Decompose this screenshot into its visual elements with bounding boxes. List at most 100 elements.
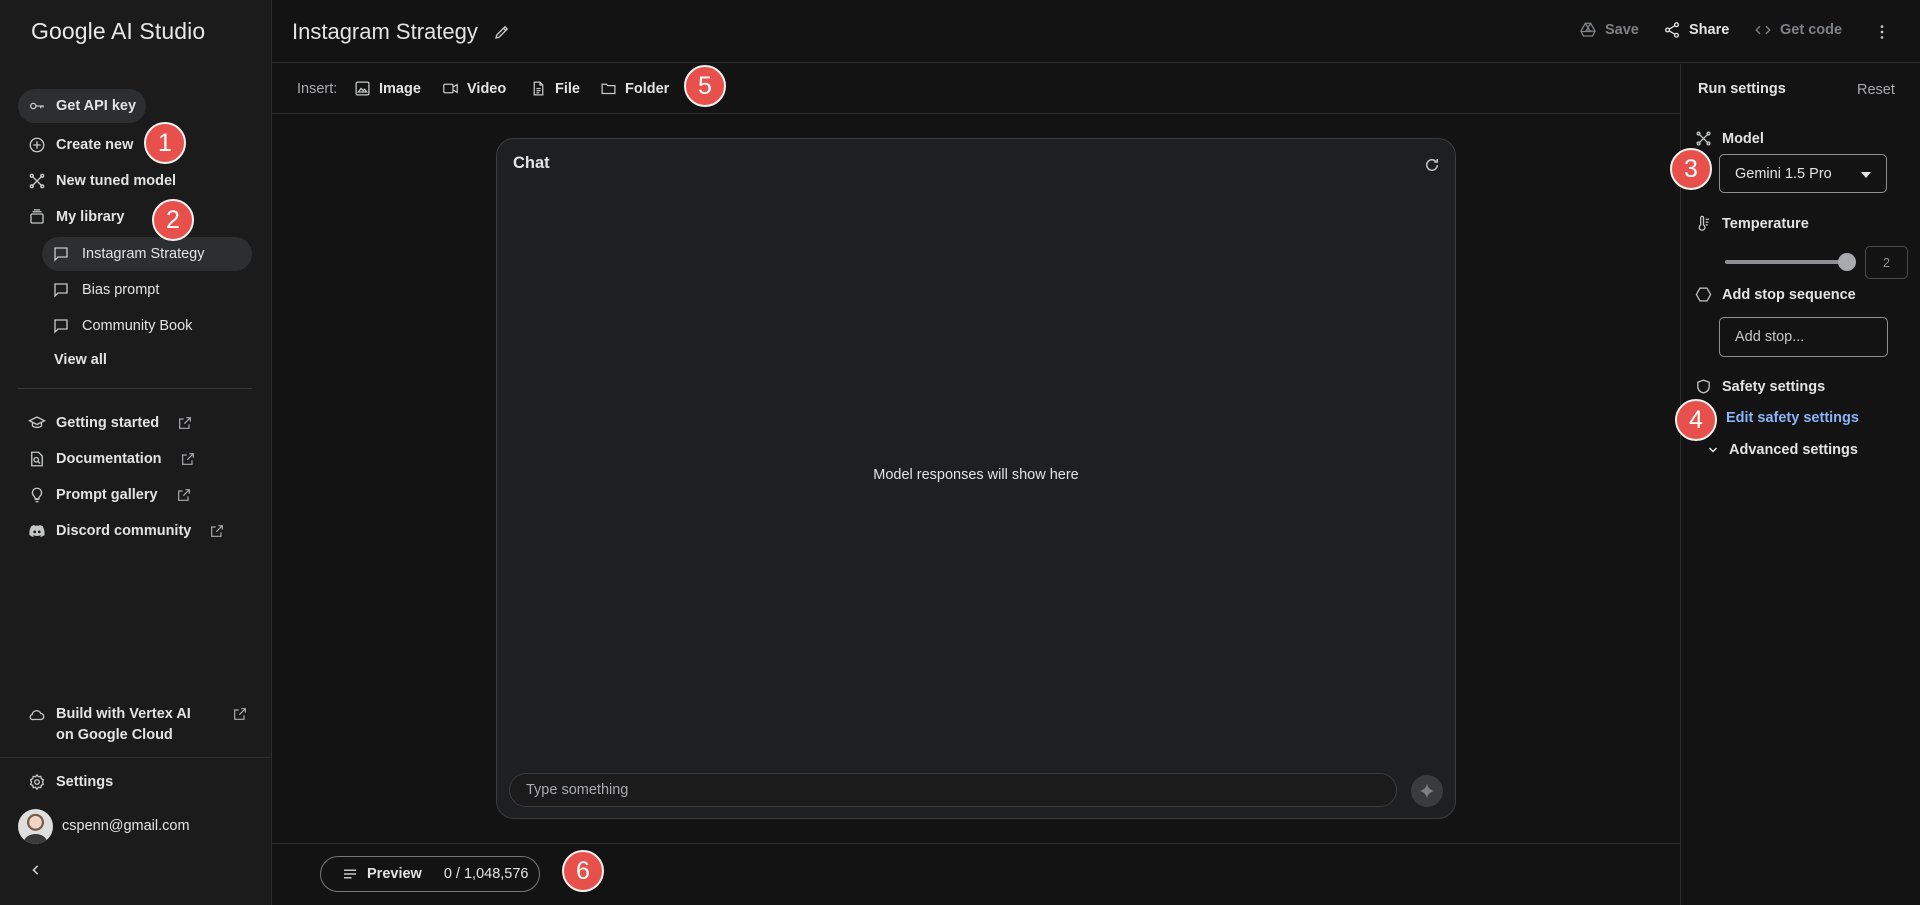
model-heading: Model [1695, 130, 1764, 147]
insert-image-button[interactable]: Image [354, 80, 421, 97]
temperature-input[interactable] [1865, 246, 1908, 279]
chat-bubble-icon [52, 281, 70, 299]
more-vert-icon [1880, 25, 1884, 39]
create-new-label: Create new [56, 137, 134, 153]
callout-marker: 1 [144, 122, 186, 164]
discord-community-link[interactable]: Discord community [18, 514, 235, 548]
open-external-icon [232, 706, 248, 722]
image-icon [354, 80, 371, 97]
sidebar-divider [18, 388, 252, 389]
insert-image-label: Image [379, 80, 421, 97]
library-item-bias-prompt[interactable]: Bias prompt [42, 273, 252, 307]
callout-marker: 4 [1675, 399, 1717, 441]
sidebar: Google AI Studio Get API key Create new … [0, 0, 272, 905]
getting-started-label: Getting started [56, 415, 160, 431]
callout-marker: 5 [684, 65, 726, 107]
open-external-icon [180, 451, 196, 467]
insert-file-label: File [555, 80, 580, 97]
key-icon [28, 97, 46, 115]
callout-marker: 3 [1670, 148, 1712, 190]
settings-label: Settings [56, 774, 114, 790]
callout-marker: 2 [152, 199, 194, 241]
get-api-key-label: Get API key [56, 98, 137, 114]
model-select[interactable]: Gemini 1.5 Pro [1719, 154, 1887, 193]
library-item-label: Instagram Strategy [82, 246, 205, 262]
library-item-label: Bias prompt [82, 282, 160, 298]
get-api-key-button[interactable]: Get API key [18, 89, 147, 123]
refresh-icon [1426, 159, 1438, 171]
school-icon [28, 414, 46, 432]
share-label: Share [1689, 22, 1730, 38]
bottom-bar: Preview 0 / 1,048,576 [272, 843, 1680, 905]
collapse-sidebar-button[interactable] [26, 860, 46, 880]
insert-folder-label: Folder [625, 80, 670, 97]
list-lines-icon [341, 865, 359, 883]
prompt-gallery-link[interactable]: Prompt gallery [18, 478, 202, 512]
chat-bubble-icon [52, 317, 70, 335]
page-title: Instagram Strategy [292, 19, 478, 44]
file-icon [530, 80, 547, 97]
discord-community-label: Discord community [56, 523, 192, 539]
stop-sequence-input[interactable] [1719, 317, 1888, 357]
get-code-button[interactable]: Get code [1754, 21, 1842, 39]
code-icon [1754, 21, 1772, 39]
chat-title: Chat [513, 154, 550, 172]
chevron-down-icon [1707, 444, 1719, 456]
advanced-settings-label: Advanced settings [1729, 442, 1858, 458]
documentation-label: Documentation [56, 451, 162, 467]
my-library-button[interactable]: My library [18, 200, 135, 234]
empty-chat-message: Model responses will show here [873, 467, 1079, 483]
model-select-value: Gemini 1.5 Pro [1735, 165, 1832, 182]
library-item-instagram-strategy[interactable]: Instagram Strategy [42, 237, 252, 271]
vertex-ai-label: Build with Vertex AI on Google Cloud [56, 706, 191, 743]
refresh-chat-button[interactable] [1423, 156, 1441, 174]
settings-button[interactable]: Settings [18, 765, 123, 799]
insert-toolbar: Insert: Image Video File Folder [272, 64, 1680, 114]
preview-label: Preview [367, 866, 422, 882]
insert-file-button[interactable]: File [530, 80, 580, 97]
open-external-icon [209, 523, 225, 539]
gear-icon [28, 773, 46, 791]
lightbulb-icon [28, 486, 46, 504]
tuned-model-icon [1695, 130, 1712, 147]
callout-marker: 6 [562, 850, 604, 892]
run-settings-panel: Run settings Reset Model Gemini 1.5 Pro … [1680, 64, 1920, 905]
document-search-icon [28, 450, 46, 468]
chat-bubble-icon [52, 245, 70, 263]
insert-folder-button[interactable]: Folder [600, 80, 669, 97]
share-button[interactable]: Share [1663, 21, 1729, 39]
discord-icon [28, 522, 46, 540]
library-item-community-book[interactable]: Community Book [42, 309, 252, 343]
my-library-label: My library [56, 209, 125, 225]
view-all-link[interactable]: View all [54, 352, 107, 368]
temperature-slider[interactable] [1725, 253, 1856, 271]
create-new-button[interactable]: Create new [18, 128, 143, 162]
prompt-gallery-label: Prompt gallery [56, 487, 158, 503]
drive-icon [1579, 21, 1597, 39]
hexagon-icon [1695, 286, 1712, 303]
temperature-slider-thumb[interactable] [1838, 253, 1856, 271]
insert-video-button[interactable]: Video [442, 80, 506, 97]
edit-title-button[interactable] [493, 23, 511, 41]
preview-button[interactable]: Preview 0 / 1,048,576 [320, 856, 540, 892]
edit-safety-settings-link[interactable]: Edit safety settings [1726, 410, 1859, 426]
getting-started-link[interactable]: Getting started [18, 406, 203, 440]
avatar[interactable] [18, 809, 53, 844]
dropdown-caret-icon [1861, 172, 1871, 178]
shield-icon [1695, 378, 1712, 395]
advanced-settings-toggle[interactable]: Advanced settings [1707, 442, 1858, 458]
documentation-link[interactable]: Documentation [18, 442, 206, 476]
reset-button[interactable]: Reset [1857, 82, 1895, 98]
save-label: Save [1605, 22, 1639, 38]
save-button[interactable]: Save [1579, 21, 1639, 39]
chat-input[interactable] [509, 773, 1397, 807]
model-label: Model [1722, 130, 1764, 147]
stop-sequence-heading: Add stop sequence [1695, 286, 1856, 303]
run-button[interactable] [1411, 775, 1443, 807]
new-tuned-model-button[interactable]: New tuned model [18, 164, 186, 198]
user-email: cspenn@gmail.com [62, 818, 190, 834]
new-tuned-model-label: New tuned model [56, 173, 177, 189]
vertex-ai-link[interactable]: Build with Vertex AI on Google Cloud [28, 704, 248, 746]
open-external-icon [176, 487, 192, 503]
more-options-button[interactable] [1872, 22, 1892, 42]
